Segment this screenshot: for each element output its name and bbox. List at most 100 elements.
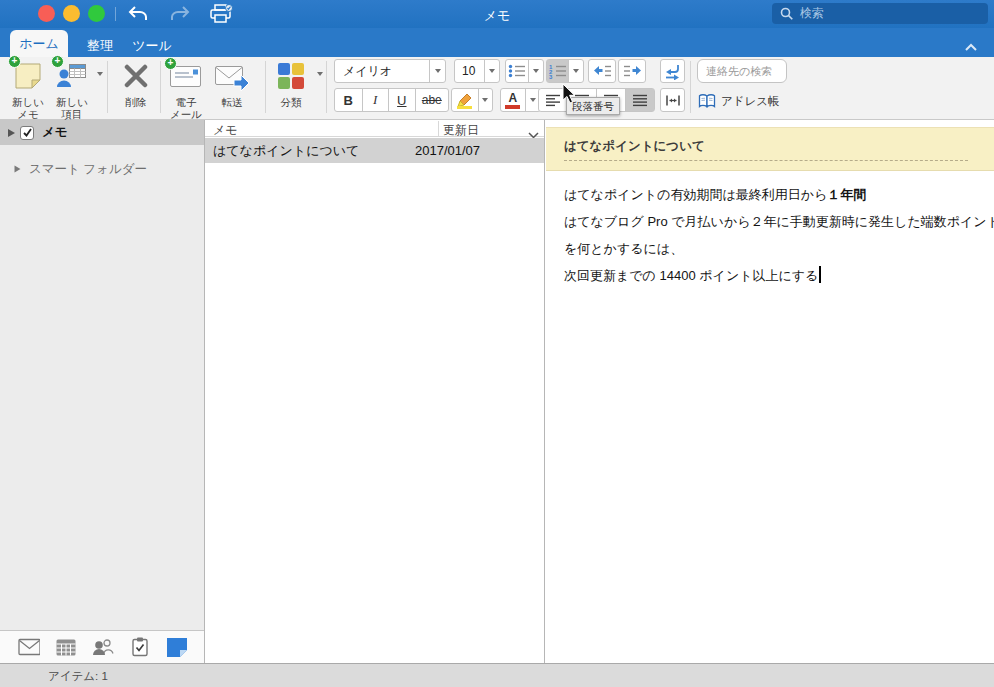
ribbon-group-divider	[690, 61, 691, 113]
calendar-module-button[interactable]	[55, 638, 77, 656]
underline-button[interactable]: U	[388, 89, 415, 111]
increase-indent-button[interactable]	[618, 59, 646, 83]
note-body-editor[interactable]: はてなポイントの有効期間は最終利用日から１年間 はてなブログ Pro で月払いか…	[564, 181, 994, 289]
email-icon: +	[169, 59, 203, 89]
collapse-ribbon-button[interactable]	[964, 38, 978, 56]
calendar-icon	[56, 638, 76, 656]
categorize-icon	[278, 59, 304, 89]
font-name-dropdown-arrow[interactable]	[429, 60, 445, 82]
disclosure-triangle-icon[interactable]	[15, 166, 21, 173]
checkmark-icon	[22, 127, 33, 138]
svg-text:3: 3	[549, 74, 553, 79]
chevron-up-icon	[964, 43, 978, 52]
bold-button[interactable]: B	[335, 89, 362, 111]
ribbon-group-divider	[326, 61, 327, 113]
note-line: はてなポイントの有効期間は最終利用日から１年間	[564, 181, 994, 208]
memo-checkbox[interactable]	[20, 126, 34, 140]
mouse-cursor	[562, 83, 578, 109]
notes-icon	[166, 637, 188, 657]
italic-button[interactable]: I	[362, 89, 389, 111]
numbered-list-dropdown-arrow[interactable]	[568, 60, 583, 82]
note-title: はてなポイントについて	[564, 138, 705, 155]
people-icon	[92, 638, 114, 656]
titlebar: メモ 検索	[0, 0, 994, 28]
search-icon	[780, 7, 793, 20]
item-count: アイテム: 1	[48, 669, 108, 684]
decrease-indent-icon	[593, 63, 612, 79]
text-direction-icon	[663, 63, 682, 80]
highlight-dropdown-arrow[interactable]	[478, 89, 492, 111]
column-divider	[438, 121, 439, 136]
outlook-notes-window: メモ 検索 ホーム 整理 ツール + 新しいメモ	[0, 0, 994, 687]
statusbar: アイテム: 1	[0, 663, 994, 687]
column-header-memo[interactable]: メモ	[213, 122, 238, 139]
tab-home[interactable]: ホーム	[10, 30, 68, 57]
address-book-icon	[698, 93, 716, 109]
sidebar-item-smart-folders[interactable]: スマート フォルダー	[0, 158, 204, 180]
numbered-list-button[interactable]: 123	[546, 59, 584, 83]
font-color-button[interactable]: A	[500, 88, 541, 112]
plus-badge-icon: +	[164, 57, 177, 70]
disclosure-triangle-icon[interactable]	[8, 129, 15, 137]
delete-button[interactable]: 削除	[114, 59, 158, 119]
people-module-button[interactable]	[92, 638, 114, 656]
list-header: メモ 更新日	[205, 120, 544, 137]
paragraph-direction-button[interactable]	[660, 88, 685, 112]
search-placeholder: 検索	[800, 5, 824, 22]
justify-icon	[632, 94, 648, 107]
tab-tools[interactable]: ツール	[128, 34, 176, 57]
mail-module-button[interactable]	[18, 638, 40, 656]
ribbon: + 新しいメモ + 新しい項目	[0, 57, 994, 120]
font-name-select[interactable]: メイリオ	[334, 59, 446, 83]
bullet-list-dropdown-arrow[interactable]	[528, 60, 543, 82]
note-list-pane: メモ 更新日 はてなポイントについて 2017/01/07	[205, 120, 545, 663]
align-left-icon	[545, 94, 561, 107]
plus-badge-icon: +	[51, 55, 64, 68]
bullet-list-icon	[508, 63, 526, 79]
font-style-group: B I U abe	[334, 88, 449, 112]
plus-badge-icon: +	[8, 55, 21, 68]
new-item-button[interactable]: + 新しい項目	[50, 59, 94, 119]
tab-organize[interactable]: 整理	[78, 34, 122, 57]
increase-indent-icon	[623, 63, 642, 79]
font-color-icon: A	[501, 89, 525, 111]
new-item-dropdown-arrow[interactable]	[97, 72, 103, 76]
text-caret	[819, 266, 821, 283]
dashed-divider	[564, 160, 968, 161]
notes-module-button[interactable]	[166, 637, 188, 657]
email-button[interactable]: + 電子メール	[163, 59, 209, 119]
sidebar: メモ スマート フォルダー	[0, 120, 205, 663]
decrease-indent-button[interactable]	[588, 59, 616, 83]
forward-icon	[214, 59, 250, 89]
column-header-date[interactable]: 更新日	[443, 122, 479, 139]
new-note-button[interactable]: + 新しいメモ	[6, 59, 50, 119]
address-book-button[interactable]: アドレス帳	[698, 93, 780, 109]
categorize-button[interactable]: 分類	[268, 59, 314, 119]
contact-search-input[interactable]: 連絡先の検索	[697, 59, 787, 83]
ribbon-tabbar: ホーム 整理 ツール	[0, 28, 994, 57]
tasks-icon	[131, 637, 149, 657]
font-size-dropdown-arrow[interactable]	[484, 60, 499, 82]
mail-icon	[18, 638, 40, 656]
sidebar-item-memo[interactable]: メモ	[0, 120, 204, 145]
new-item-icon: +	[56, 60, 88, 90]
note-line: 次回更新までの 14400 ポイント以上にする	[564, 262, 994, 289]
numbered-list-icon: 123	[549, 63, 567, 79]
font-size-select[interactable]: 10	[454, 59, 500, 83]
delete-icon	[124, 59, 148, 89]
justify-button[interactable]	[625, 89, 654, 111]
note-list-row[interactable]: はてなポイントについて 2017/01/07	[205, 138, 544, 163]
highlight-color-button[interactable]	[451, 88, 493, 112]
text-direction-button[interactable]	[660, 59, 685, 83]
note-title-banner: はてなポイントについて	[546, 127, 994, 171]
ribbon-group-divider	[107, 61, 108, 113]
search-field[interactable]: 検索	[772, 3, 988, 24]
new-note-icon: +	[13, 60, 43, 90]
tasks-module-button[interactable]	[129, 637, 151, 657]
forward-button[interactable]: 転送	[210, 59, 254, 119]
bullet-list-button[interactable]	[505, 59, 544, 83]
categorize-dropdown-arrow[interactable]	[317, 72, 323, 76]
reading-pane: はてなポイントについて はてなポイントの有効期間は最終利用日から１年間 はてなブ…	[546, 120, 994, 663]
strikethrough-button[interactable]: abe	[415, 89, 448, 111]
paragraph-direction-icon	[665, 94, 681, 107]
